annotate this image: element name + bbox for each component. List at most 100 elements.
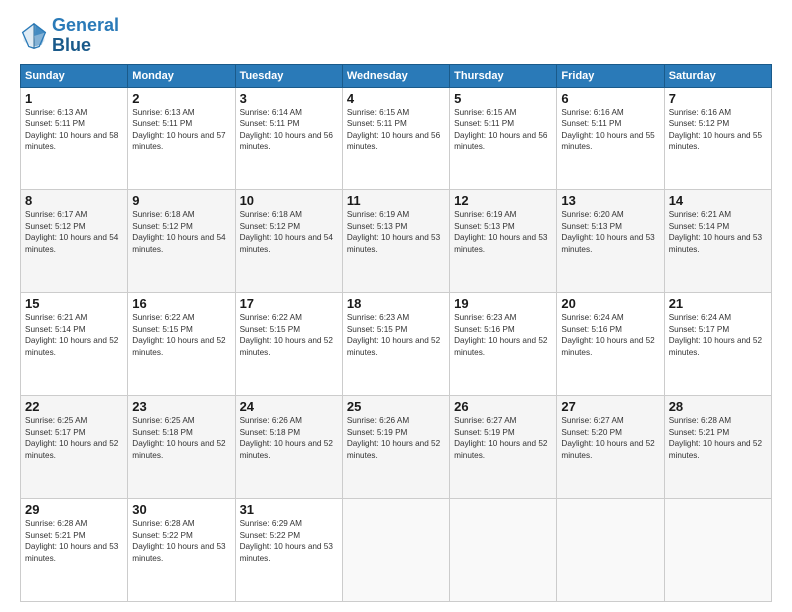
- logo: General Blue: [20, 16, 119, 56]
- day-number: 31: [240, 502, 338, 517]
- day-number: 7: [669, 91, 767, 106]
- day-number: 30: [132, 502, 230, 517]
- day-number: 21: [669, 296, 767, 311]
- calendar-day-cell: 31Sunrise: 6:29 AMSunset: 5:22 PMDayligh…: [235, 499, 342, 602]
- calendar-day-cell: 8Sunrise: 6:17 AMSunset: 5:12 PMDaylight…: [21, 190, 128, 293]
- day-info: Sunrise: 6:19 AMSunset: 5:13 PMDaylight:…: [347, 209, 445, 255]
- calendar-week-row: 29Sunrise: 6:28 AMSunset: 5:21 PMDayligh…: [21, 499, 772, 602]
- day-of-week-header: Thursday: [450, 64, 557, 87]
- calendar-week-row: 1Sunrise: 6:13 AMSunset: 5:11 PMDaylight…: [21, 87, 772, 190]
- day-number: 13: [561, 193, 659, 208]
- day-of-week-header: Sunday: [21, 64, 128, 87]
- day-info: Sunrise: 6:16 AMSunset: 5:12 PMDaylight:…: [669, 107, 767, 153]
- calendar-day-cell: [557, 499, 664, 602]
- header: General Blue: [20, 16, 772, 56]
- day-info: Sunrise: 6:14 AMSunset: 5:11 PMDaylight:…: [240, 107, 338, 153]
- day-info: Sunrise: 6:16 AMSunset: 5:11 PMDaylight:…: [561, 107, 659, 153]
- calendar-day-cell: 18Sunrise: 6:23 AMSunset: 5:15 PMDayligh…: [342, 293, 449, 396]
- calendar-day-cell: 3Sunrise: 6:14 AMSunset: 5:11 PMDaylight…: [235, 87, 342, 190]
- calendar-day-cell: 22Sunrise: 6:25 AMSunset: 5:17 PMDayligh…: [21, 396, 128, 499]
- calendar-week-row: 22Sunrise: 6:25 AMSunset: 5:17 PMDayligh…: [21, 396, 772, 499]
- day-number: 9: [132, 193, 230, 208]
- calendar-day-cell: 6Sunrise: 6:16 AMSunset: 5:11 PMDaylight…: [557, 87, 664, 190]
- day-info: Sunrise: 6:24 AMSunset: 5:17 PMDaylight:…: [669, 312, 767, 358]
- calendar-day-cell: 24Sunrise: 6:26 AMSunset: 5:18 PMDayligh…: [235, 396, 342, 499]
- day-info: Sunrise: 6:27 AMSunset: 5:19 PMDaylight:…: [454, 415, 552, 461]
- day-info: Sunrise: 6:25 AMSunset: 5:17 PMDaylight:…: [25, 415, 123, 461]
- day-number: 12: [454, 193, 552, 208]
- calendar-week-row: 15Sunrise: 6:21 AMSunset: 5:14 PMDayligh…: [21, 293, 772, 396]
- calendar-day-cell: 10Sunrise: 6:18 AMSunset: 5:12 PMDayligh…: [235, 190, 342, 293]
- day-info: Sunrise: 6:13 AMSunset: 5:11 PMDaylight:…: [132, 107, 230, 153]
- day-info: Sunrise: 6:18 AMSunset: 5:12 PMDaylight:…: [132, 209, 230, 255]
- page: General Blue SundayMondayTuesdayWednesda…: [0, 0, 792, 612]
- calendar-day-cell: [450, 499, 557, 602]
- calendar-day-cell: [664, 499, 771, 602]
- day-info: Sunrise: 6:28 AMSunset: 5:22 PMDaylight:…: [132, 518, 230, 564]
- day-number: 6: [561, 91, 659, 106]
- day-info: Sunrise: 6:28 AMSunset: 5:21 PMDaylight:…: [25, 518, 123, 564]
- calendar-day-cell: 19Sunrise: 6:23 AMSunset: 5:16 PMDayligh…: [450, 293, 557, 396]
- calendar-week-row: 8Sunrise: 6:17 AMSunset: 5:12 PMDaylight…: [21, 190, 772, 293]
- calendar-table: SundayMondayTuesdayWednesdayThursdayFrid…: [20, 64, 772, 602]
- calendar-day-cell: 14Sunrise: 6:21 AMSunset: 5:14 PMDayligh…: [664, 190, 771, 293]
- day-number: 26: [454, 399, 552, 414]
- day-number: 4: [347, 91, 445, 106]
- day-number: 3: [240, 91, 338, 106]
- calendar-day-cell: 15Sunrise: 6:21 AMSunset: 5:14 PMDayligh…: [21, 293, 128, 396]
- day-number: 28: [669, 399, 767, 414]
- calendar-day-cell: 25Sunrise: 6:26 AMSunset: 5:19 PMDayligh…: [342, 396, 449, 499]
- calendar-day-cell: 16Sunrise: 6:22 AMSunset: 5:15 PMDayligh…: [128, 293, 235, 396]
- calendar-day-cell: 13Sunrise: 6:20 AMSunset: 5:13 PMDayligh…: [557, 190, 664, 293]
- calendar-day-cell: 5Sunrise: 6:15 AMSunset: 5:11 PMDaylight…: [450, 87, 557, 190]
- calendar-day-cell: 23Sunrise: 6:25 AMSunset: 5:18 PMDayligh…: [128, 396, 235, 499]
- day-info: Sunrise: 6:20 AMSunset: 5:13 PMDaylight:…: [561, 209, 659, 255]
- day-number: 29: [25, 502, 123, 517]
- day-number: 25: [347, 399, 445, 414]
- day-number: 27: [561, 399, 659, 414]
- day-number: 18: [347, 296, 445, 311]
- day-of-week-header: Saturday: [664, 64, 771, 87]
- day-info: Sunrise: 6:28 AMSunset: 5:21 PMDaylight:…: [669, 415, 767, 461]
- logo-icon: [20, 22, 48, 50]
- calendar-day-cell: 26Sunrise: 6:27 AMSunset: 5:19 PMDayligh…: [450, 396, 557, 499]
- calendar-day-cell: 29Sunrise: 6:28 AMSunset: 5:21 PMDayligh…: [21, 499, 128, 602]
- day-number: 14: [669, 193, 767, 208]
- calendar-day-cell: 4Sunrise: 6:15 AMSunset: 5:11 PMDaylight…: [342, 87, 449, 190]
- day-info: Sunrise: 6:15 AMSunset: 5:11 PMDaylight:…: [454, 107, 552, 153]
- day-info: Sunrise: 6:19 AMSunset: 5:13 PMDaylight:…: [454, 209, 552, 255]
- day-of-week-header: Tuesday: [235, 64, 342, 87]
- day-info: Sunrise: 6:18 AMSunset: 5:12 PMDaylight:…: [240, 209, 338, 255]
- day-of-week-header: Friday: [557, 64, 664, 87]
- calendar-day-cell: [342, 499, 449, 602]
- day-of-week-header: Wednesday: [342, 64, 449, 87]
- calendar-day-cell: 27Sunrise: 6:27 AMSunset: 5:20 PMDayligh…: [557, 396, 664, 499]
- calendar-day-cell: 30Sunrise: 6:28 AMSunset: 5:22 PMDayligh…: [128, 499, 235, 602]
- day-number: 10: [240, 193, 338, 208]
- day-info: Sunrise: 6:22 AMSunset: 5:15 PMDaylight:…: [240, 312, 338, 358]
- logo-text: General Blue: [52, 16, 119, 56]
- day-number: 16: [132, 296, 230, 311]
- day-info: Sunrise: 6:26 AMSunset: 5:18 PMDaylight:…: [240, 415, 338, 461]
- calendar-day-cell: 12Sunrise: 6:19 AMSunset: 5:13 PMDayligh…: [450, 190, 557, 293]
- day-info: Sunrise: 6:13 AMSunset: 5:11 PMDaylight:…: [25, 107, 123, 153]
- day-info: Sunrise: 6:21 AMSunset: 5:14 PMDaylight:…: [25, 312, 123, 358]
- day-number: 8: [25, 193, 123, 208]
- calendar-day-cell: 7Sunrise: 6:16 AMSunset: 5:12 PMDaylight…: [664, 87, 771, 190]
- calendar-day-cell: 1Sunrise: 6:13 AMSunset: 5:11 PMDaylight…: [21, 87, 128, 190]
- day-info: Sunrise: 6:29 AMSunset: 5:22 PMDaylight:…: [240, 518, 338, 564]
- day-of-week-header: Monday: [128, 64, 235, 87]
- calendar-header: SundayMondayTuesdayWednesdayThursdayFrid…: [21, 64, 772, 87]
- day-number: 19: [454, 296, 552, 311]
- calendar-day-cell: 20Sunrise: 6:24 AMSunset: 5:16 PMDayligh…: [557, 293, 664, 396]
- day-info: Sunrise: 6:24 AMSunset: 5:16 PMDaylight:…: [561, 312, 659, 358]
- day-info: Sunrise: 6:22 AMSunset: 5:15 PMDaylight:…: [132, 312, 230, 358]
- calendar-day-cell: 21Sunrise: 6:24 AMSunset: 5:17 PMDayligh…: [664, 293, 771, 396]
- day-number: 5: [454, 91, 552, 106]
- day-number: 17: [240, 296, 338, 311]
- day-number: 24: [240, 399, 338, 414]
- calendar-day-cell: 17Sunrise: 6:22 AMSunset: 5:15 PMDayligh…: [235, 293, 342, 396]
- calendar-day-cell: 28Sunrise: 6:28 AMSunset: 5:21 PMDayligh…: [664, 396, 771, 499]
- day-number: 11: [347, 193, 445, 208]
- day-number: 23: [132, 399, 230, 414]
